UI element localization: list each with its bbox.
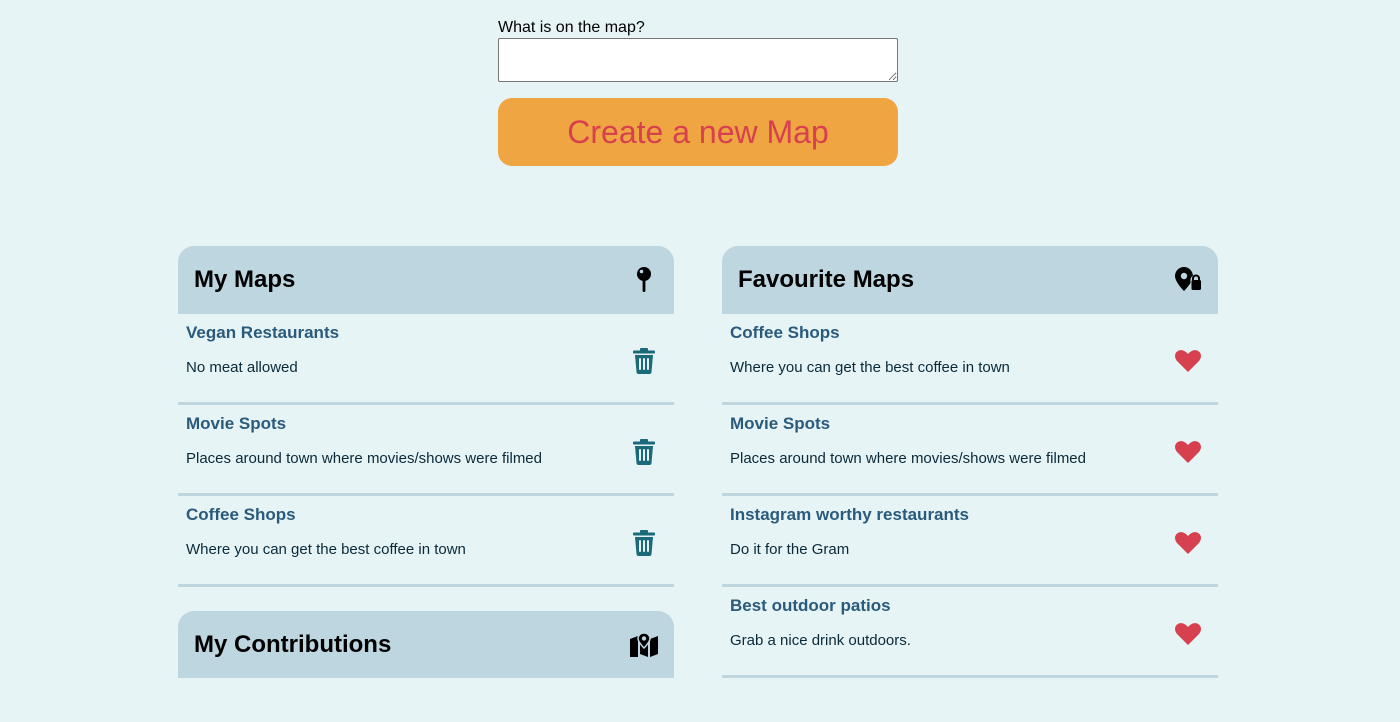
map-description-label: What is on the map?	[498, 19, 645, 36]
map-list-item: Best outdoor patios Grab a nice drink ou…	[722, 587, 1218, 678]
map-description: Grab a nice drink outdoors.	[730, 632, 911, 649]
trash-icon	[633, 439, 655, 465]
map-name-link[interactable]: Vegan Restaurants	[186, 323, 666, 343]
heart-icon	[1175, 350, 1201, 372]
favourite-maps-header: Favourite Maps	[722, 246, 1218, 314]
map-description: Do it for the Gram	[730, 541, 850, 558]
favourite-maps-panel: Favourite Maps Coffee Shops Where you ca…	[722, 246, 1218, 678]
location-lock-icon	[1174, 266, 1202, 294]
delete-map-button[interactable]	[630, 528, 658, 558]
my-contributions-header: My Contributions	[178, 611, 674, 678]
map-description: Places around town where movies/shows we…	[730, 450, 1086, 467]
favourite-maps-list: Coffee Shops Where you can get the best …	[722, 314, 1218, 678]
map-description: Where you can get the best coffee in tow…	[730, 359, 1010, 376]
unfavourite-button[interactable]	[1174, 619, 1202, 649]
trash-icon	[633, 348, 655, 374]
my-maps-panel: My Maps Vegan Restaurants No meat allowe…	[178, 246, 674, 587]
delete-map-button[interactable]	[630, 346, 658, 376]
map-list-item: Movie Spots Places around town where mov…	[178, 405, 674, 496]
create-map-button[interactable]: Create a new Map	[498, 98, 898, 166]
heart-icon	[1175, 623, 1201, 645]
pushpin-icon	[630, 266, 658, 294]
trash-icon	[633, 530, 655, 556]
map-description: Places around town where movies/shows we…	[186, 450, 542, 467]
map-list-item: Coffee Shops Where you can get the best …	[178, 496, 674, 587]
map-name-link[interactable]: Coffee Shops	[186, 505, 666, 525]
heart-icon	[1175, 441, 1201, 463]
map-name-link[interactable]: Coffee Shops	[730, 323, 1210, 343]
map-list-item: Instagram worthy restaurants Do it for t…	[722, 496, 1218, 587]
favourite-maps-title: Favourite Maps	[738, 266, 915, 293]
my-contributions-title: My Contributions	[194, 630, 392, 658]
map-list-item: Coffee Shops Where you can get the best …	[722, 314, 1218, 405]
my-contributions-panel: My Contributions	[178, 611, 674, 678]
my-maps-title: My Maps	[194, 266, 296, 293]
unfavourite-button[interactable]	[1174, 346, 1202, 376]
map-name-link[interactable]: Movie Spots	[730, 414, 1210, 434]
my-maps-header: My Maps	[178, 246, 674, 314]
map-list-item: Movie Spots Places around town where mov…	[722, 405, 1218, 496]
map-name-link[interactable]: Movie Spots	[186, 414, 666, 434]
map-description-input[interactable]	[498, 38, 898, 82]
heart-icon	[1175, 532, 1201, 554]
map-name-link[interactable]: Instagram worthy restaurants	[730, 505, 1210, 525]
map-description: Where you can get the best coffee in tow…	[186, 541, 466, 558]
folded-map-icon	[630, 631, 658, 659]
unfavourite-button[interactable]	[1174, 528, 1202, 558]
map-name-link[interactable]: Best outdoor patios	[730, 596, 1210, 616]
create-map-form: What is on the map? Create a new Map	[498, 18, 898, 166]
map-list-item: Vegan Restaurants No meat allowed	[178, 314, 674, 405]
delete-map-button[interactable]	[630, 437, 658, 467]
unfavourite-button[interactable]	[1174, 437, 1202, 467]
map-description: No meat allowed	[186, 359, 298, 376]
my-maps-list: Vegan Restaurants No meat allowed Movie …	[178, 314, 674, 587]
